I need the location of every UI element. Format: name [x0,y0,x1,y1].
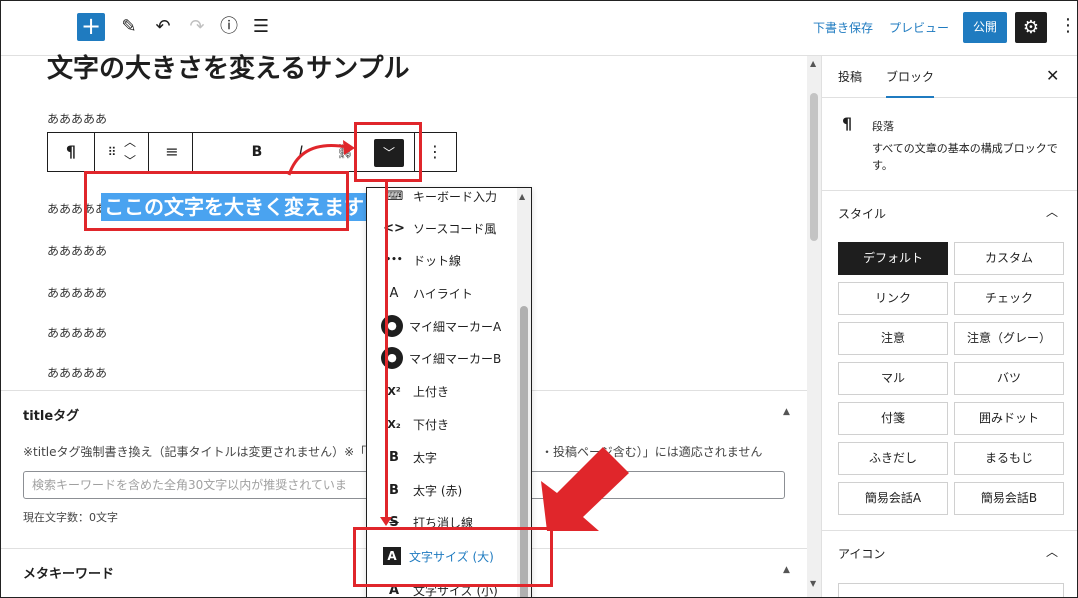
collapse-caret-icon[interactable]: ︿ [1046,203,1058,220]
dropdown-item[interactable]: ••• ドット線 [367,244,517,276]
collapse-caret-icon[interactable]: ︿ [1046,543,1058,560]
style-default-button[interactable]: デフォルト [838,242,948,275]
publish-button[interactable]: 公開 [963,12,1007,43]
paragraph-block[interactable]: あああああ [47,110,107,127]
dropdown-item[interactable]: B 太字 (赤) [367,474,517,506]
add-block-button[interactable]: + [77,13,105,41]
redo-icon[interactable]: ↷ [185,15,209,39]
more-options-icon[interactable]: ⋮ [1059,15,1077,36]
style-button[interactable]: カスタム [954,242,1064,275]
bold-button[interactable]: B [244,133,270,171]
dropdown-item[interactable]: ● マイ細マーカーA [367,310,517,342]
dropdown-item[interactable]: X₂ 下付き [367,408,517,440]
tab-block[interactable]: ブロック [886,68,935,98]
style-button[interactable]: 簡易会話B [954,482,1064,515]
style-heading: スタイル [838,207,887,221]
dropdown-item[interactable]: <> ソースコード風 [367,212,517,244]
paragraph-block[interactable]: あああああ [47,364,107,381]
settings-sidebar: 投稿 ブロック ✕ ¶ 段落 すべての文章の基本の構成ブロックです。 スタイル … [821,56,1077,597]
icon-heading: アイコン [838,547,886,561]
paragraph-icon[interactable]: ¶ [56,133,86,171]
sidebar-tabs: 投稿 ブロック ✕ [822,56,1077,98]
style-button[interactable]: 囲みドット [954,402,1064,435]
scroll-down-icon[interactable]: ▼ [810,579,816,588]
block-name: 段落 [872,120,894,133]
meta-keywords-heading: メタキーワード [23,567,115,582]
scroll-up-icon[interactable]: ▲ [810,59,816,68]
style-button[interactable]: マル [838,362,948,395]
settings-gear-icon[interactable]: ⚙ [1015,12,1047,43]
info-icon[interactable]: ⓘ [217,15,241,39]
style-button[interactable]: チェック [954,282,1064,315]
collapse-caret-icon[interactable]: ▲ [783,565,790,575]
title-tag-description: ※titleタグ強制書き換え（記事タイトルは変更されません）※「 [23,445,367,459]
style-button[interactable]: 注意 [838,322,948,355]
dropdown-item[interactable]: A ハイライト [367,277,517,309]
style-button[interactable]: 付箋 [838,402,948,435]
dropdown-item[interactable]: X² 上付き [367,375,517,407]
editor-scroll-thumb[interactable] [810,93,818,241]
icon-selector[interactable] [838,583,1064,597]
annotation-box-font-size-item [353,527,553,587]
paragraph-block[interactable]: あああああ [47,324,107,341]
save-draft-button[interactable]: 下書き保存 [813,19,873,36]
undo-icon[interactable]: ↶ [151,15,175,39]
style-button[interactable]: リンク [838,282,948,315]
scroll-up-icon[interactable]: ▲ [519,192,525,201]
annotation-arrow-line [385,181,388,521]
move-up-down-icon[interactable]: ︿ ﹀ [118,133,142,171]
character-count: 現在文字数：0文字 [23,511,118,524]
dropdown-item[interactable]: B 太字 [367,441,517,473]
dropdown-item[interactable]: ● マイ細マーカーB [367,342,517,374]
annotation-big-arrow [541,447,629,531]
paragraph-block[interactable]: あああああ [47,284,107,301]
paragraph-block[interactable]: あああああ [47,242,107,259]
style-button[interactable]: まるもじ [954,442,1064,475]
annotation-curved-arrow [287,140,355,176]
block-card: ¶ 段落 すべての文章の基本の構成ブロックです。 [822,98,1077,191]
collapse-caret-icon[interactable]: ▲ [783,407,790,417]
paragraph-icon: ¶ [842,114,853,133]
style-button[interactable]: 注意（グレー） [954,322,1064,355]
list-view-icon[interactable]: ☰ [249,15,273,39]
style-button[interactable]: ふきだし [838,442,948,475]
block-description: すべての文章の基本の構成ブロックです。 [872,142,1058,172]
title-tag-heading: titleタグ [23,409,80,424]
style-button[interactable]: バツ [954,362,1064,395]
style-button[interactable]: 簡易会話A [838,482,948,515]
close-icon[interactable]: ✕ [1046,66,1059,85]
pencil-icon[interactable]: ✎ [117,15,141,39]
tab-post[interactable]: 投稿 [838,68,862,85]
annotation-arrowhead [380,517,392,526]
dropdown-item[interactable]: ⌨ キーボード入力 [367,188,517,212]
preview-button[interactable]: プレビュー [889,19,949,36]
align-icon[interactable]: ≡ [154,133,190,171]
app-window: + ✎ ↶ ↷ ⓘ ☰ 下書き保存 プレビュー 公開 ⚙ ⋮ 文字の大きさを変え… [0,0,1078,598]
post-title[interactable]: 文字の大きさを変えるサンプル [47,48,409,85]
style-panel: スタイル ︿ デフォルト カスタム リンク チェック 注意 注意（グレー） マル… [822,191,1077,531]
block-options-icon[interactable]: ⋮ [420,133,450,171]
